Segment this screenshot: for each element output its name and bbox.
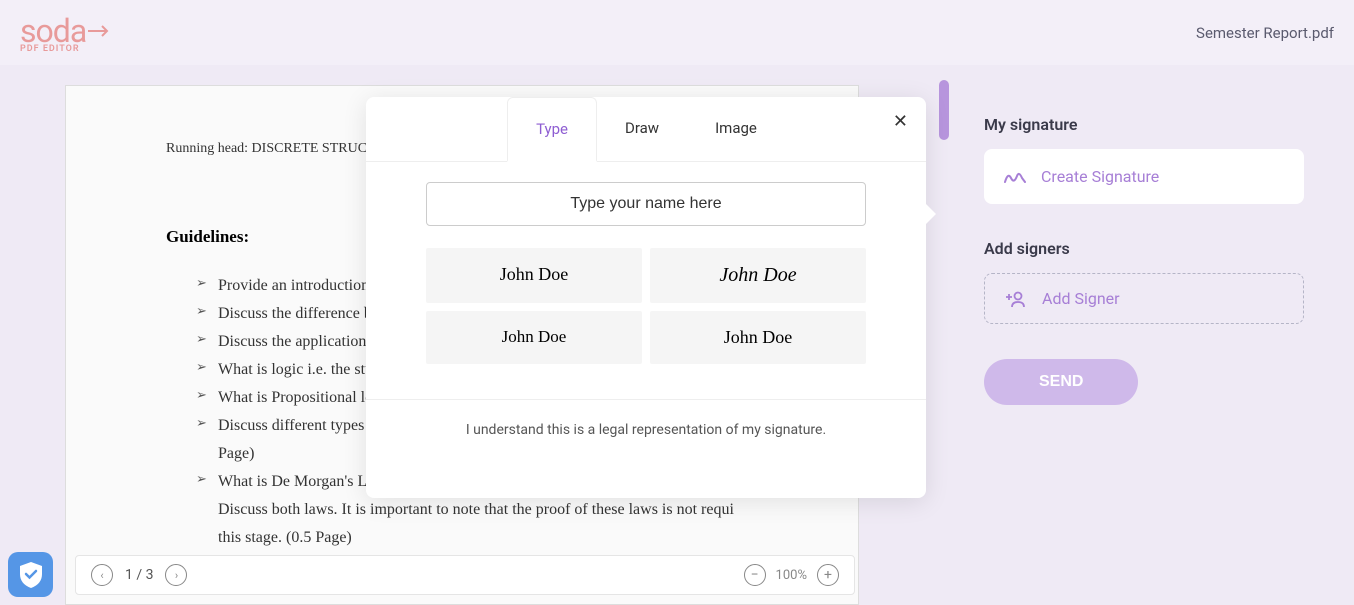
create-signature-button[interactable]: Create Signature xyxy=(984,149,1304,204)
modal-footer-text: I understand this is a legal representat… xyxy=(366,399,926,438)
page-controls: ‹ 1 / 3 › − 100% + xyxy=(75,555,855,595)
signature-style-1[interactable]: John Doe xyxy=(426,248,642,303)
signature-style-2[interactable]: John Doe xyxy=(650,248,866,303)
my-signature-label: My signature xyxy=(984,115,1304,134)
person-add-icon xyxy=(1005,290,1027,308)
add-signers-label: Add signers xyxy=(984,239,1304,258)
next-page-button[interactable]: › xyxy=(165,564,187,586)
signature-style-grid: John Doe John Doe John Doe John Doe xyxy=(426,248,866,364)
shield-check-icon xyxy=(18,560,44,590)
modal-pointer xyxy=(924,202,936,226)
close-icon[interactable]: ✕ xyxy=(893,111,908,132)
signature-modal: ✕ Type Draw Image John Doe John Doe John… xyxy=(366,97,926,498)
create-signature-label: Create Signature xyxy=(1041,167,1159,186)
tab-image[interactable]: Image xyxy=(687,97,785,161)
logo: soda PDF EDITOR xyxy=(20,12,110,54)
security-badge[interactable] xyxy=(8,552,53,597)
signature-style-3[interactable]: John Doe xyxy=(426,311,642,364)
logo-subtitle: PDF EDITOR xyxy=(20,44,110,54)
page-number: 1 / 3 xyxy=(125,567,153,583)
arrow-right-icon xyxy=(88,24,110,38)
modal-body: John Doe John Doe John Doe John Doe xyxy=(366,162,926,384)
zoom-out-button[interactable]: − xyxy=(744,564,766,586)
signature-icon xyxy=(1004,168,1026,186)
signature-sidebar: My signature Create Signature Add signer… xyxy=(954,65,1354,605)
name-input[interactable] xyxy=(426,182,866,226)
prev-page-button[interactable]: ‹ xyxy=(91,564,113,586)
add-signer-button[interactable]: Add Signer xyxy=(984,273,1304,324)
add-signer-label: Add Signer xyxy=(1042,289,1120,308)
tab-draw[interactable]: Draw xyxy=(597,97,687,161)
scrollbar-thumb[interactable] xyxy=(939,80,949,140)
zoom-in-button[interactable]: + xyxy=(817,564,839,586)
filename: Semester Report.pdf xyxy=(1196,24,1334,42)
zoom-level: 100% xyxy=(776,568,807,583)
tab-type[interactable]: Type xyxy=(507,97,597,162)
app-header: soda PDF EDITOR Semester Report.pdf xyxy=(0,0,1354,65)
modal-tabs: Type Draw Image xyxy=(366,97,926,162)
send-button[interactable]: SEND xyxy=(984,359,1138,405)
signature-style-4[interactable]: John Doe xyxy=(650,311,866,364)
